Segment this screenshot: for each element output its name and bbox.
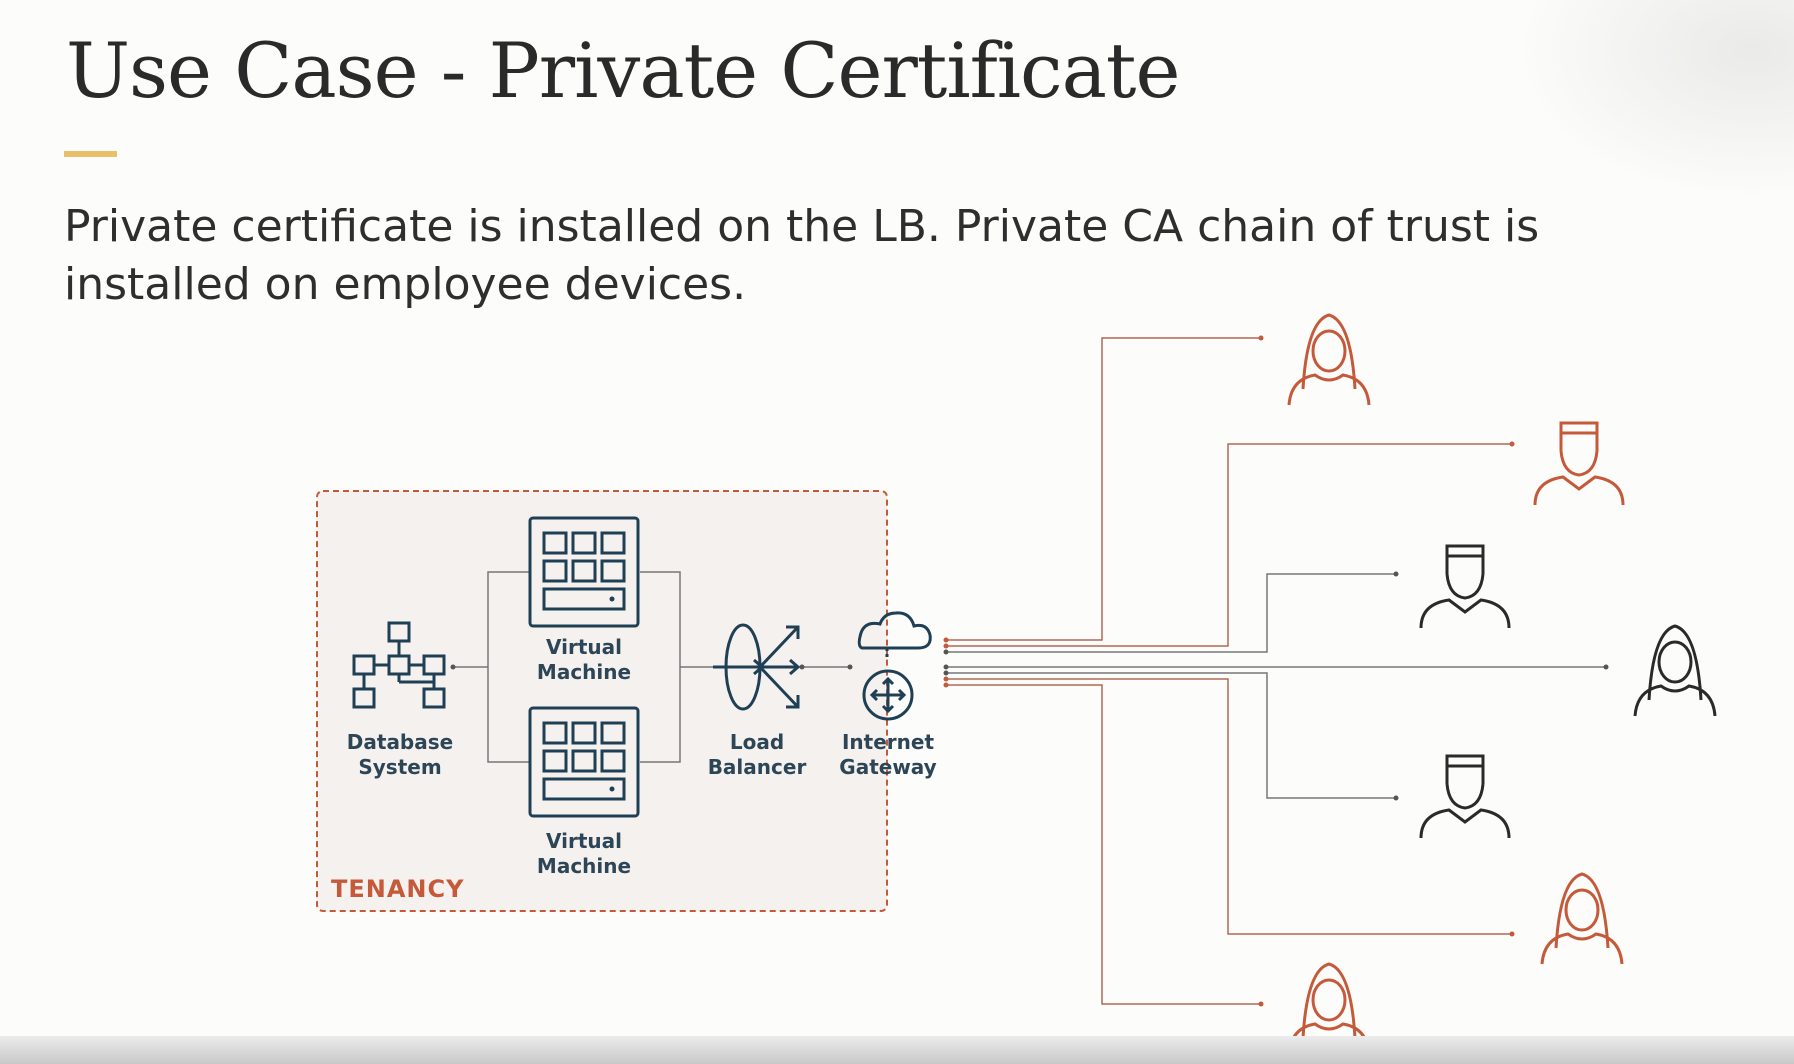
load-balancer-label-line2: Balancer (708, 755, 807, 779)
user-female-icon (1540, 872, 1624, 965)
vm-top-led (609, 596, 615, 602)
internet-gateway-label-line2: Gateway (839, 755, 936, 779)
vm-top-label-line2: Machine (537, 660, 631, 684)
internet-gateway-label-line1: Internet (842, 730, 934, 754)
user-female-icon (1287, 313, 1371, 406)
user-connections (946, 337, 1606, 1005)
vm-bottom-label-line2: Machine (537, 854, 631, 878)
vm-bottom-label-line1: Virtual (546, 829, 622, 853)
user-female-icon (1633, 624, 1717, 717)
user-male-icon (1419, 544, 1511, 629)
database-label-line2: System (358, 755, 441, 779)
bottom-edge-shadow (0, 1036, 1794, 1064)
user-male-icon (1419, 754, 1511, 839)
user-male-icon (1533, 421, 1625, 506)
architecture-diagram: TENANCY Database System Virtual Machine … (316, 313, 1717, 1055)
tenancy-label: TENANCY (331, 875, 465, 903)
database-label-line1: Database (347, 730, 453, 754)
vm-top-label-line1: Virtual (546, 635, 622, 659)
vm-bottom-led (609, 786, 615, 792)
load-balancer-label-line1: Load (730, 730, 784, 754)
connection-end-dots (943, 335, 1609, 1007)
